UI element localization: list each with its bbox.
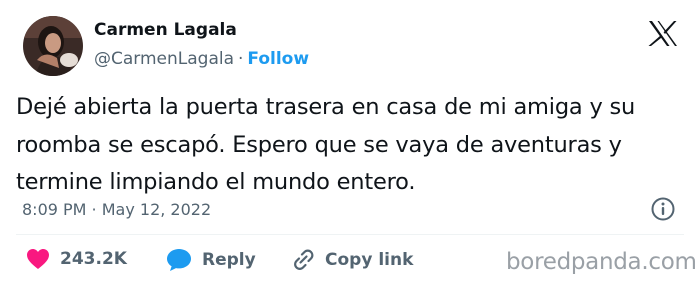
x-logo-icon[interactable] [648,20,678,47]
avatar[interactable] [23,16,83,76]
tweet-text: Dejé abierta la puerta trasera en casa d… [16,94,636,195]
reply-label: Reply [202,250,256,270]
tweet-timestamp[interactable]: 8:09 PM · May 12, 2022 [22,200,211,219]
info-icon[interactable] [650,196,676,222]
copy-link-label: Copy link [325,250,414,270]
handle-row: @CarmenLagala · Follow [94,49,309,69]
reply-button[interactable]: Reply [166,248,256,272]
speech-bubble-icon [167,249,191,271]
heart-icon [27,249,49,269]
author-name[interactable]: Carmen Lagala [94,20,237,40]
author-handle[interactable]: @CarmenLagala [94,49,234,69]
follow-button[interactable]: Follow [247,49,309,69]
like-button[interactable]: 243.2K [26,248,127,270]
divider [16,234,684,235]
watermark: boredpanda.com [506,249,697,275]
separator-dot: · [238,49,244,69]
copy-link-button[interactable]: Copy link [289,248,413,272]
like-count: 243.2K [60,249,127,269]
link-icon [294,249,314,270]
